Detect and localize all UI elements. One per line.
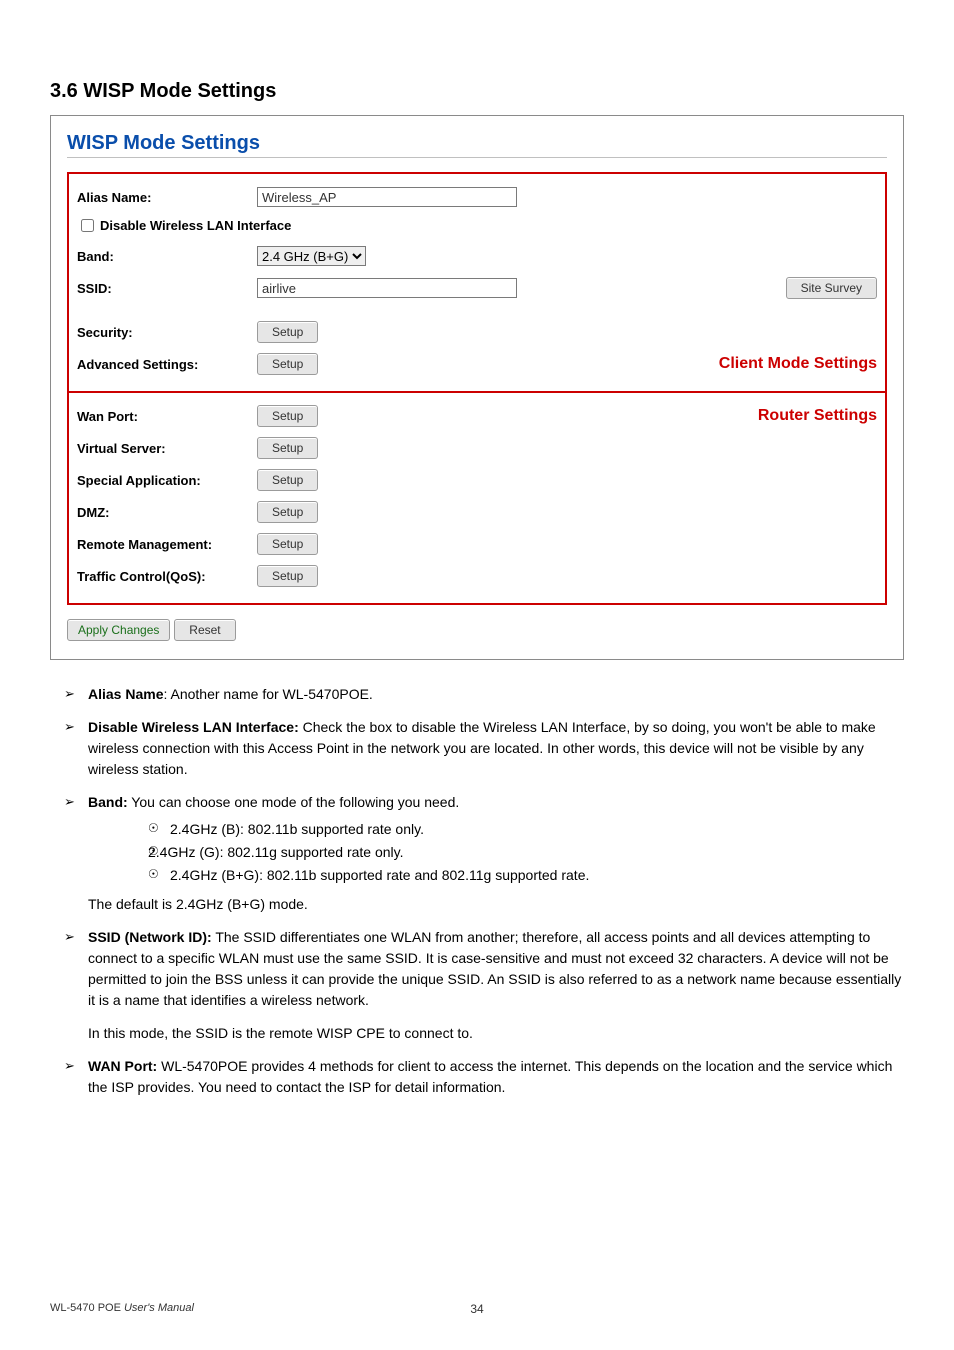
note-wan: WAN Port: WL-5470POE provides 4 methods … bbox=[60, 1056, 904, 1098]
ssid-label: SSID: bbox=[77, 281, 257, 296]
alias-name-input[interactable] bbox=[257, 187, 517, 207]
footer-left: WL-5470 POE User's Manual bbox=[50, 1302, 194, 1314]
alias-name-label: Alias Name: bbox=[77, 190, 257, 205]
band-opt-b: 2.4GHz (B): 802.11b supported rate only. bbox=[148, 819, 904, 840]
band-opt-g: 2.4GHz (G): 802.11g supported rate only. bbox=[148, 842, 904, 863]
remote-label: Remote Management: bbox=[77, 537, 257, 552]
band-select[interactable]: 2.4 GHz (B+G) bbox=[257, 246, 366, 266]
ssid-mode-note: In this mode, the SSID is the remote WIS… bbox=[88, 1023, 904, 1044]
qos-label: Traffic Control(QoS): bbox=[77, 569, 257, 584]
reset-button[interactable]: Reset bbox=[174, 619, 235, 641]
virtual-label: Virtual Server: bbox=[77, 441, 257, 456]
panel-title: WISP Mode Settings bbox=[67, 132, 887, 155]
security-label: Security: bbox=[77, 325, 257, 340]
note-ssid: SSID (Network ID): The SSID differentiat… bbox=[60, 927, 904, 1044]
site-survey-button[interactable]: Site Survey bbox=[786, 277, 877, 299]
dmz-label: DMZ: bbox=[77, 505, 257, 520]
security-setup-button[interactable]: Setup bbox=[257, 321, 318, 343]
dmz-setup-button[interactable]: Setup bbox=[257, 501, 318, 523]
band-options: 2.4GHz (B): 802.11b supported rate only.… bbox=[88, 819, 904, 886]
virtual-setup-button[interactable]: Setup bbox=[257, 437, 318, 459]
note-alias: Alias Name: Another name for WL-5470POE. bbox=[60, 684, 904, 705]
notes-list: Alias Name: Another name for WL-5470POE.… bbox=[50, 684, 904, 1098]
wan-setup-button[interactable]: Setup bbox=[257, 405, 318, 427]
advanced-label: Advanced Settings: bbox=[77, 357, 257, 372]
ssid-input[interactable] bbox=[257, 278, 517, 298]
disable-wlan-label: Disable Wireless LAN Interface bbox=[100, 218, 291, 233]
special-setup-button[interactable]: Setup bbox=[257, 469, 318, 491]
qos-setup-button[interactable]: Setup bbox=[257, 565, 318, 587]
band-opt-bg: 2.4GHz (B+G): 802.11b supported rate and… bbox=[148, 865, 904, 886]
page-footer: WL-5470 POE User's Manual 34 bbox=[50, 1302, 904, 1314]
router-settings-annotation: Router Settings bbox=[758, 407, 877, 425]
remote-setup-button[interactable]: Setup bbox=[257, 533, 318, 555]
apply-changes-button[interactable]: Apply Changes bbox=[67, 619, 170, 641]
band-label: Band: bbox=[77, 249, 257, 264]
router-settings-box: Wan Port: Setup Router Settings Virtual … bbox=[67, 391, 887, 605]
page-number: 34 bbox=[470, 1302, 483, 1316]
disable-wlan-checkbox[interactable] bbox=[81, 219, 94, 232]
wan-label: Wan Port: bbox=[77, 409, 257, 424]
settings-panel: WISP Mode Settings Alias Name: Disable W… bbox=[50, 115, 904, 660]
title-divider bbox=[67, 157, 887, 158]
advanced-setup-button[interactable]: Setup bbox=[257, 353, 318, 375]
band-default-note: The default is 2.4GHz (B+G) mode. bbox=[88, 894, 904, 915]
special-label: Special Application: bbox=[77, 473, 257, 488]
note-disable: Disable Wireless LAN Interface: Check th… bbox=[60, 717, 904, 780]
client-mode-box: Alias Name: Disable Wireless LAN Interfa… bbox=[67, 172, 887, 393]
client-mode-annotation: Client Mode Settings bbox=[719, 355, 877, 373]
section-heading: 3.6 WISP Mode Settings bbox=[50, 80, 904, 103]
note-band: Band: You can choose one mode of the fol… bbox=[60, 792, 904, 915]
